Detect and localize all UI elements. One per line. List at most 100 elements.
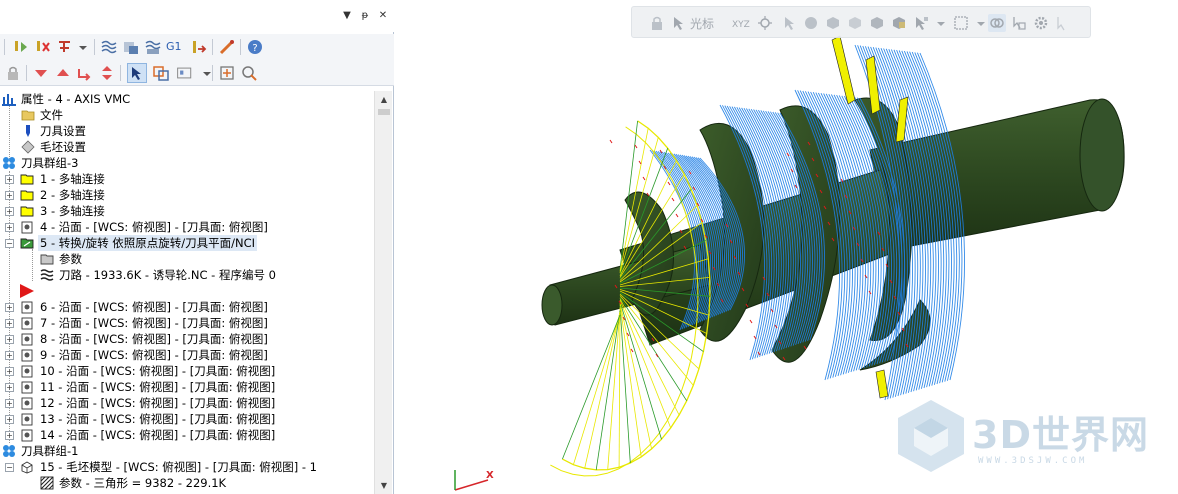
dropdown-arrow-icon[interactable]: [932, 14, 945, 32]
expand-icon[interactable]: +: [5, 175, 14, 184]
tree-op-1[interactable]: + 1 - 多轴连接: [0, 171, 374, 187]
xyz-button[interactable]: XYZ: [732, 14, 752, 32]
expand-icon[interactable]: +: [5, 399, 14, 408]
expand-icon[interactable]: +: [5, 351, 14, 360]
regenerate-dropdown-icon[interactable]: [74, 38, 88, 56]
collapse-icon[interactable]: −: [5, 463, 14, 472]
tool-manager-icon[interactable]: [240, 64, 258, 82]
expand-icon[interactable]: +: [5, 223, 14, 232]
highfeed-icon[interactable]: [218, 38, 236, 56]
g1-post-button[interactable]: G1: [166, 38, 186, 56]
tree-item-stock-settings[interactable]: 毛坯设置: [0, 139, 374, 155]
select-face-icon[interactable]: [846, 14, 864, 32]
operations-toolbar-2: [0, 60, 394, 86]
undo-select-icon[interactable]: [1054, 14, 1072, 32]
expand-icon[interactable]: +: [5, 367, 14, 376]
scroll-thumb[interactable]: [378, 109, 390, 115]
expand-icon[interactable]: +: [5, 207, 14, 216]
select-arrow-icon[interactable]: [780, 14, 798, 32]
panel-titlebar: ▼ ᵽ ✕: [0, 0, 394, 32]
select-all-icon[interactable]: [12, 38, 30, 56]
expand-icon[interactable]: +: [5, 383, 14, 392]
expand-icon[interactable]: +: [5, 335, 14, 344]
tree-op-3[interactable]: + 3 - 多轴连接: [0, 203, 374, 219]
copy-params-icon[interactable]: [152, 64, 170, 82]
surface-op-icon: [20, 300, 34, 314]
scroll-down-icon[interactable]: ▼: [375, 477, 393, 494]
lock-icon[interactable]: [4, 64, 22, 82]
deselect-icon[interactable]: [34, 38, 52, 56]
display-options-icon[interactable]: [176, 64, 198, 82]
simulate-icon[interactable]: [144, 38, 162, 56]
window-select-icon[interactable]: [952, 14, 970, 32]
regenerate-icon[interactable]: [56, 38, 74, 56]
expand-icon[interactable]: +: [5, 415, 14, 424]
move-down-icon[interactable]: [32, 64, 50, 82]
select-mode-icon[interactable]: [127, 63, 147, 83]
pin-icon[interactable]: ᵽ: [358, 9, 372, 23]
tree-op-12[interactable]: + 12 - 沿面 - [WCS: 俯视图] - [刀具面: 俯视图]: [0, 395, 374, 411]
verify-icon[interactable]: [122, 38, 140, 56]
tree-group-3[interactable]: 刀具群组-3: [0, 155, 374, 171]
insert-after-icon[interactable]: [76, 64, 94, 82]
tree-root-properties[interactable]: 属性 - 4 - AXIS VMC: [0, 91, 374, 107]
tree-op-9[interactable]: + 9 - 沿面 - [WCS: 俯视图] - [刀具面: 俯视图]: [0, 347, 374, 363]
tree-item-files[interactable]: 文件: [0, 107, 374, 123]
help-icon[interactable]: ?: [246, 38, 264, 56]
tree-op-5[interactable]: − 5 - 转换/旋转 依照原点旋转/刀具平面/NCI: [0, 235, 374, 251]
tree-op-8[interactable]: + 8 - 沿面 - [WCS: 俯视图] - [刀具面: 俯视图]: [0, 331, 374, 347]
tree-op-6[interactable]: + 6 - 沿面 - [WCS: 俯视图] - [刀具面: 俯视图]: [0, 299, 374, 315]
settings-gear-icon[interactable]: [1032, 14, 1050, 32]
lock-icon[interactable]: [648, 14, 666, 32]
dropdown-arrow-icon[interactable]: ▼: [340, 9, 354, 23]
tree-item-tool-settings[interactable]: 刀具设置: [0, 123, 374, 139]
tree-op-7[interactable]: + 7 - 沿面 - [WCS: 俯视图] - [刀具面: 俯视图]: [0, 315, 374, 331]
toolpath-display-icon[interactable]: [100, 38, 118, 56]
watermark-text: 3D世界网: [972, 413, 1149, 457]
properties-icon[interactable]: [218, 64, 236, 82]
select-body-icon[interactable]: [868, 14, 886, 32]
cursor-snap-icon[interactable]: [670, 14, 688, 32]
select-chain-icon[interactable]: [802, 14, 820, 32]
tree-op15-params[interactable]: 参数 - 三角形 = 9382 - 229.1K: [0, 475, 374, 491]
tree-op-4[interactable]: + 4 - 沿面 - [WCS: 俯视图] - [刀具面: 俯视图]: [0, 219, 374, 235]
insert-arrow-icon[interactable]: [98, 64, 116, 82]
display-dropdown-icon[interactable]: [198, 64, 211, 82]
close-icon[interactable]: ✕: [376, 9, 390, 23]
expand-icon[interactable]: +: [5, 191, 14, 200]
stock-model-icon: [20, 460, 34, 474]
expand-icon[interactable]: +: [5, 319, 14, 328]
tree-op-15[interactable]: − 15 - 毛坯模型 - [WCS: 俯视图] - [刀具面: 俯视图] - …: [0, 459, 374, 475]
watermark-url: WWW.3DSJW.COM: [978, 456, 1088, 466]
verify-select-icon[interactable]: [1010, 14, 1028, 32]
watermark-cube-icon: [898, 400, 964, 472]
expand-icon[interactable]: +: [5, 303, 14, 312]
tree-op-2[interactable]: + 2 - 多轴连接: [0, 187, 374, 203]
select-shaded-icon[interactable]: [890, 14, 908, 32]
surface-op-icon: [20, 396, 34, 410]
tree-scrollbar[interactable]: ▲ ▼: [374, 91, 392, 494]
expand-icon[interactable]: +: [5, 431, 14, 440]
select-solid-icon[interactable]: [824, 14, 842, 32]
collapse-icon[interactable]: −: [5, 239, 14, 248]
tree-op5-params[interactable]: 参数: [0, 251, 374, 267]
tree-op-11[interactable]: + 11 - 沿面 - [WCS: 俯视图] - [刀具面: 俯视图]: [0, 379, 374, 395]
surface-op-icon: [20, 428, 34, 442]
tree-op-14[interactable]: + 14 - 沿面 - [WCS: 俯视图] - [刀具面: 俯视图]: [0, 427, 374, 443]
move-up-icon[interactable]: [54, 64, 72, 82]
tree-op-13[interactable]: + 13 - 沿面 - [WCS: 俯视图] - [刀具面: 俯视图]: [0, 411, 374, 427]
cursor-label[interactable]: 光标: [690, 15, 714, 32]
select-mode-icon[interactable]: [912, 14, 930, 32]
tree-op5-toolpath[interactable]: 刀路 - 1933.6K - 诱导轮.NC - 程序编号 0: [0, 267, 374, 283]
link-select-icon[interactable]: [988, 14, 1006, 32]
surface-op-icon: [20, 316, 34, 330]
dropdown-arrow-icon[interactable]: [972, 14, 985, 32]
point-snap-icon[interactable]: [756, 14, 774, 32]
post-output-icon[interactable]: [190, 38, 208, 56]
insert-arrow-marker[interactable]: [0, 283, 374, 299]
scroll-up-icon[interactable]: ▲: [375, 91, 393, 108]
graphics-viewport[interactable]: 光标 XYZ 3D世界网 WWW.3DSJW.COM X: [400, 0, 1178, 494]
tree-op-10[interactable]: + 10 - 沿面 - [WCS: 俯视图] - [刀具面: 俯视图]: [0, 363, 374, 379]
watermark: 3D世界网 WWW.3DSJW.COM: [894, 398, 1164, 476]
tree-group-1[interactable]: 刀具群组-1: [0, 443, 374, 459]
